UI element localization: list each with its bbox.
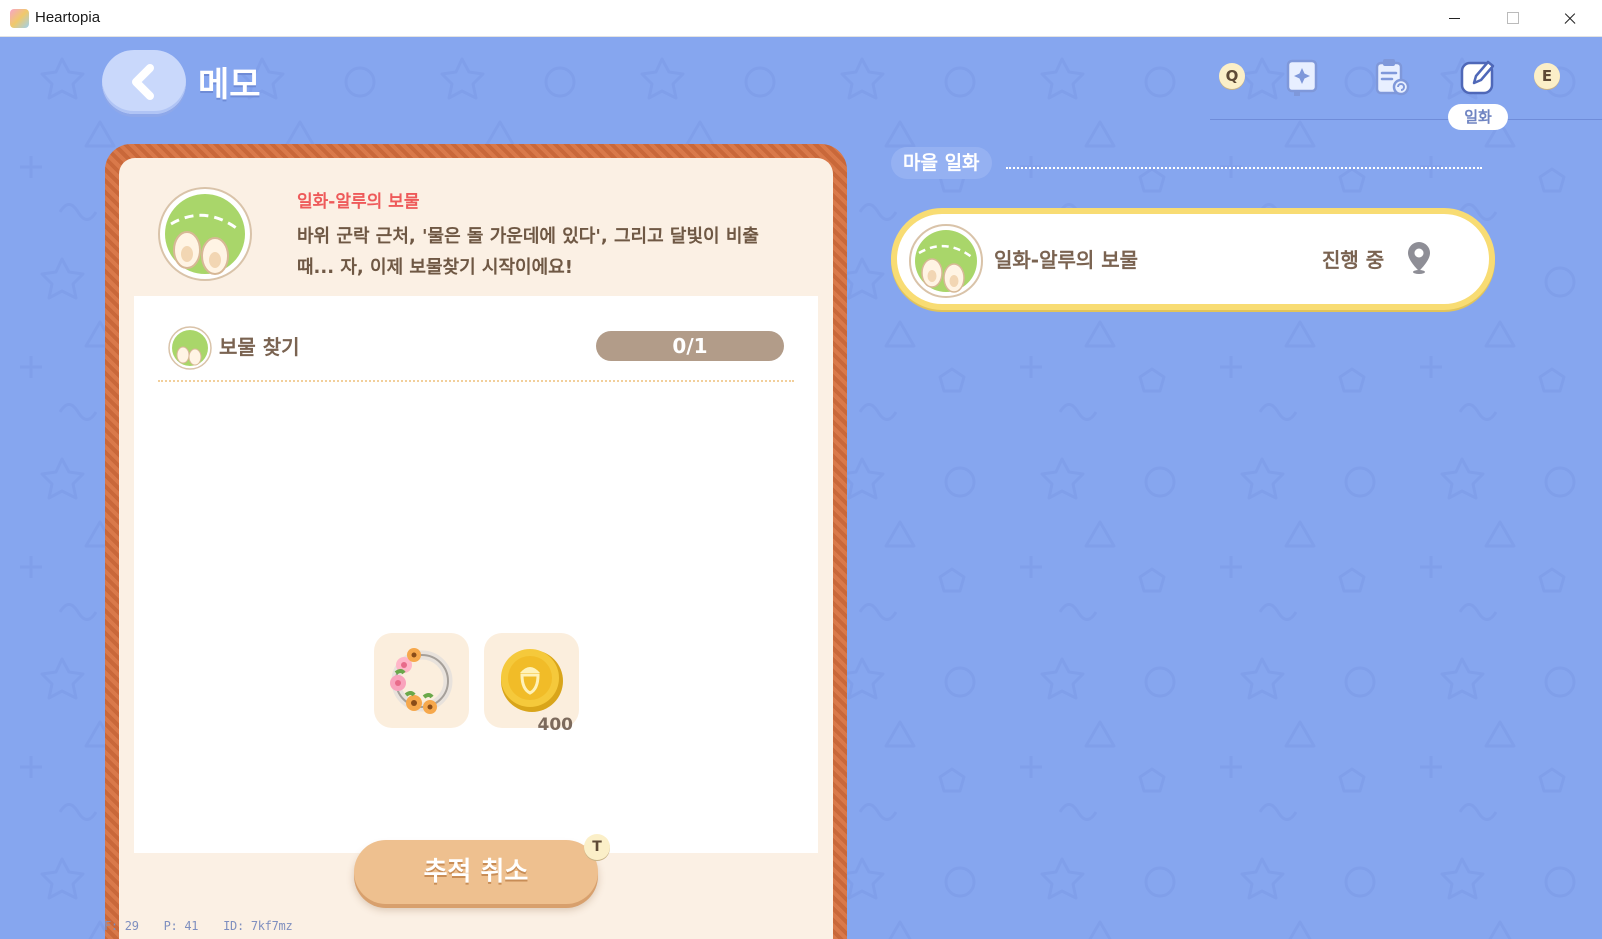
window-title: Heartopia (35, 9, 101, 26)
page-title: 메모 (198, 65, 261, 105)
progress-text: 0/1 (672, 334, 708, 358)
map-pin-icon[interactable] (1405, 240, 1433, 274)
footprint-ball-icon (909, 224, 983, 298)
window-titlebar: Heartopia (0, 0, 1602, 37)
reward-slot[interactable] (374, 633, 469, 728)
section-divider (1006, 167, 1482, 169)
memo-pencil-icon[interactable] (1458, 57, 1498, 97)
chevron-left-icon (132, 64, 154, 100)
acorn-coin-icon (501, 649, 563, 712)
cancel-tracking-button[interactable]: 추적 취소 (354, 840, 598, 904)
close-button[interactable] (1547, 0, 1593, 37)
key-hint-t: T (584, 834, 610, 860)
game-viewport: 메모 Q E 일화 일화-알루의 보물 바위 군락 근처, '물은 돌 가운데에… (0, 37, 1602, 939)
app-logo-icon (10, 9, 29, 28)
cancel-tracking-label: 추적 취소 (423, 857, 529, 887)
objective-label: 보물 찾기 (219, 335, 300, 359)
quest-description: 바위 군락 근처, '물은 돌 가운데에 있다', 그리고 달빛이 비출 때..… (297, 226, 759, 278)
debug-id: ID: 7kf7mz (223, 919, 293, 933)
section-title: 마을 일화 (891, 147, 992, 179)
objective-divider (158, 380, 794, 382)
maximize-button[interactable] (1490, 0, 1536, 37)
quest-title: 일화-알루의 보물 (297, 192, 420, 212)
debug-frame: F: 29 (104, 919, 139, 933)
sparkle-book-icon[interactable] (1282, 57, 1322, 97)
back-button[interactable] (102, 50, 186, 114)
key-hint-q: Q (1219, 63, 1245, 89)
quest-list-item-status: 진행 중 (1322, 248, 1385, 272)
reward-count: 400 (537, 715, 574, 735)
reward-slot[interactable]: 400 (484, 633, 579, 735)
footprint-ball-icon (158, 187, 252, 281)
quest-list-item-title: 일화-알루의 보물 (994, 248, 1139, 272)
toolbar-divider (1210, 119, 1602, 120)
objective-progress-bar: 0/1 (596, 331, 784, 361)
clipboard-refresh-icon[interactable] (1371, 57, 1411, 97)
footprint-ball-icon (168, 326, 212, 370)
tab-episode-label[interactable]: 일화 (1448, 104, 1508, 130)
minimize-button[interactable] (1432, 0, 1478, 37)
debug-overlay: F: 29 P: 41 ID: 7kf7mz (104, 919, 310, 933)
debug-ping: P: 41 (163, 919, 199, 933)
flower-wreath-icon (390, 648, 453, 714)
key-hint-e: E (1534, 63, 1560, 89)
